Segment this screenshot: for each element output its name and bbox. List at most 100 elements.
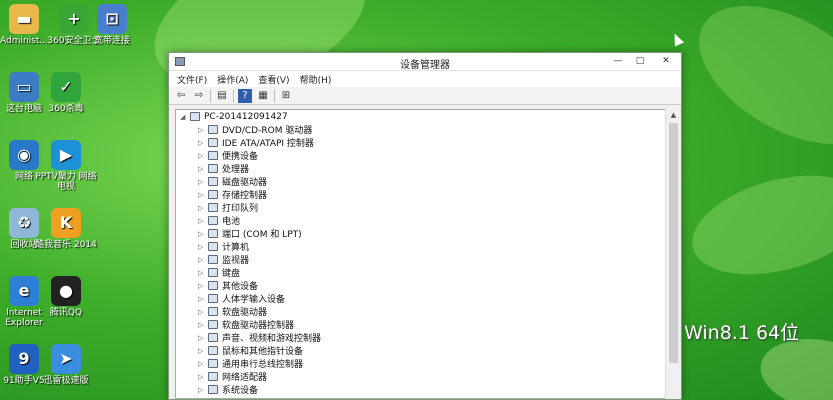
background-leaf <box>681 158 833 292</box>
menu-action[interactable]: 操作(A) <box>217 73 248 86</box>
vertical-scrollbar[interactable]: ▲ <box>665 109 681 399</box>
expand-arrow-icon[interactable]: ▷ <box>198 295 206 303</box>
minimize-button[interactable]: — <box>607 53 629 69</box>
device-category-label: 监视器 <box>222 256 250 266</box>
close-button[interactable]: ✕ <box>651 53 681 69</box>
device-category-icon <box>208 372 218 381</box>
properties-icon[interactable]: ▤ <box>215 89 229 103</box>
expand-arrow-icon[interactable]: ▷ <box>198 165 206 173</box>
toolbar-separator <box>233 89 234 102</box>
watermark-text: Win8.1 64位 <box>684 322 800 344</box>
view-icon[interactable]: ▦ <box>256 89 270 103</box>
help-icon[interactable]: ? <box>238 88 252 103</box>
device-category-item[interactable]: ▷ 电池 <box>176 214 665 227</box>
desktop-shortcut[interactable]: ⊡ 宽带连接 <box>81 4 143 46</box>
expand-arrow-icon[interactable]: ▷ <box>198 373 206 381</box>
expand-arrow-icon[interactable]: ▷ <box>198 321 206 329</box>
device-category-item[interactable]: ▷ 声音、视频和游戏控制器 <box>176 331 665 344</box>
device-category-item[interactable]: ▷ 便携设备 <box>176 149 665 162</box>
expand-arrow-icon[interactable]: ▷ <box>198 243 206 251</box>
device-category-icon <box>208 268 218 277</box>
device-category-item[interactable]: ▷ 存储控制器 <box>176 188 665 201</box>
toolbar-separator <box>210 89 211 102</box>
device-category-icon <box>208 255 218 264</box>
device-category-icon <box>208 346 218 355</box>
menu-file[interactable]: 文件(F) <box>177 73 207 86</box>
desktop-shortcut[interactable]: ➤ 迅雷极速版 <box>35 344 97 386</box>
expand-arrow-icon[interactable]: ▷ <box>198 282 206 290</box>
device-category-item[interactable]: ▷ 系统设备 <box>176 383 665 396</box>
desktop-shortcut[interactable]: ▶ PPTV聚力 网络电视 <box>35 140 97 192</box>
device-category-icon <box>208 242 218 251</box>
device-category-item[interactable]: ▷ 其他设备 <box>176 279 665 292</box>
back-icon[interactable]: ⇦ <box>174 89 188 103</box>
collapse-arrow-icon[interactable]: ◢ <box>180 113 188 121</box>
expand-arrow-icon[interactable]: ▷ <box>198 256 206 264</box>
menu-bar: 文件(F) 操作(A) 查看(V) 帮助(H) <box>169 71 681 87</box>
expand-arrow-icon[interactable]: ▷ <box>198 204 206 212</box>
expand-arrow-icon[interactable]: ▷ <box>198 152 206 160</box>
desktop-shortcut[interactable]: ● 腾讯QQ <box>35 276 97 318</box>
desktop-shortcut-label: 迅雷极速版 <box>43 376 89 386</box>
folder-icon: ▬ <box>9 4 39 34</box>
expand-arrow-icon[interactable]: ▷ <box>198 334 206 342</box>
device-category-icon <box>208 151 218 160</box>
device-category-item[interactable]: ▷ 网络适配器 <box>176 370 665 383</box>
scroll-thumb[interactable] <box>669 123 678 363</box>
menu-help[interactable]: 帮助(H) <box>300 73 332 86</box>
device-category-item[interactable]: ▷ 监视器 <box>176 253 665 266</box>
desktop-shortcut[interactable]: K 酷我音乐 2014 <box>35 208 97 250</box>
device-category-item[interactable]: ▷ 打印队列 <box>176 201 665 214</box>
expand-arrow-icon[interactable]: ▷ <box>198 308 206 316</box>
device-category-item[interactable]: ▷ 软盘驱动器 <box>176 305 665 318</box>
device-category-item[interactable]: ▷ 磁盘驱动器 <box>176 175 665 188</box>
forward-icon[interactable]: ⇨ <box>192 89 206 103</box>
menu-view[interactable]: 查看(V) <box>258 73 289 86</box>
scan-hardware-icon[interactable]: ⊞ <box>279 89 293 103</box>
qq-penguin-icon: ● <box>51 276 81 306</box>
expand-arrow-icon[interactable]: ▷ <box>198 217 206 225</box>
expand-arrow-icon[interactable]: ▷ <box>198 360 206 368</box>
device-category-icon <box>208 203 218 212</box>
maximize-button[interactable]: □ <box>629 53 651 69</box>
device-category-label: 显示适配器 <box>222 396 267 398</box>
expand-arrow-icon[interactable]: ▷ <box>198 191 206 199</box>
expand-arrow-icon[interactable]: ▷ <box>198 230 206 238</box>
device-category-icon <box>208 138 218 147</box>
device-category-item[interactable]: ▷ 人体学输入设备 <box>176 292 665 305</box>
device-category-icon <box>208 229 218 238</box>
desktop-shortcut[interactable]: ✓ 360杀毒 <box>35 72 97 114</box>
toolbar-separator <box>274 89 275 102</box>
device-category-item[interactable]: ▷ 鼠标和其他指针设备 <box>176 344 665 357</box>
expand-arrow-icon[interactable]: ▷ <box>198 139 206 147</box>
device-category-item[interactable]: ▷ 通用串行总线控制器 <box>176 357 665 370</box>
device-tree: ◢ PC-201412091427 ▷ DVD/CD-ROM 驱动器 ▷ IDE AT… <box>175 109 665 399</box>
expand-arrow-icon[interactable]: ▷ <box>198 126 206 134</box>
device-category-icon <box>208 164 218 173</box>
device-category-label: 端口 (COM 和 LPT) <box>222 230 302 240</box>
device-category-item[interactable]: ▷ 键盘 <box>176 266 665 279</box>
desktop-shortcut-label: 腾讯QQ <box>49 308 83 318</box>
expand-arrow-icon[interactable]: ▷ <box>198 269 206 277</box>
desktop-shortcut-label: PPTV聚力 网络电视 <box>35 172 97 192</box>
device-category-item[interactable]: ▷ DVD/CD-ROM 驱动器 <box>176 123 665 136</box>
device-category-item[interactable]: ▷ 显示适配器 <box>176 396 665 400</box>
device-category-label: 软盘驱动器控制器 <box>222 321 295 331</box>
device-category-item[interactable]: ▷ 软盘驱动器控制器 <box>176 318 665 331</box>
desktop-shortcut-label: 宽带连接 <box>93 36 130 46</box>
device-category-item[interactable]: ▷ 端口 (COM 和 LPT) <box>176 227 665 240</box>
expand-arrow-icon[interactable]: ▷ <box>198 347 206 355</box>
expand-arrow-icon[interactable]: ▷ <box>198 386 206 394</box>
device-category-item[interactable]: ▷ 计算机 <box>176 240 665 253</box>
device-category-item[interactable]: ▷ 处理器 <box>176 162 665 175</box>
device-category-icon <box>208 294 218 303</box>
device-category-icon <box>208 125 218 134</box>
title-bar[interactable]: 设备管理器 — □ ✕ <box>169 53 681 71</box>
device-category-item[interactable]: ▷ IDE ATA/ATAPI 控制器 <box>176 136 665 149</box>
tree-root[interactable]: ◢ PC-201412091427 <box>176 110 665 123</box>
thunder-bird-icon: ➤ <box>51 344 81 374</box>
expand-arrow-icon[interactable]: ▷ <box>198 178 206 186</box>
desktop-shortcut-label: 360杀毒 <box>48 104 84 114</box>
scroll-up-icon[interactable]: ▲ <box>666 109 681 121</box>
expand-arrow-icon[interactable]: ▷ <box>198 399 206 400</box>
